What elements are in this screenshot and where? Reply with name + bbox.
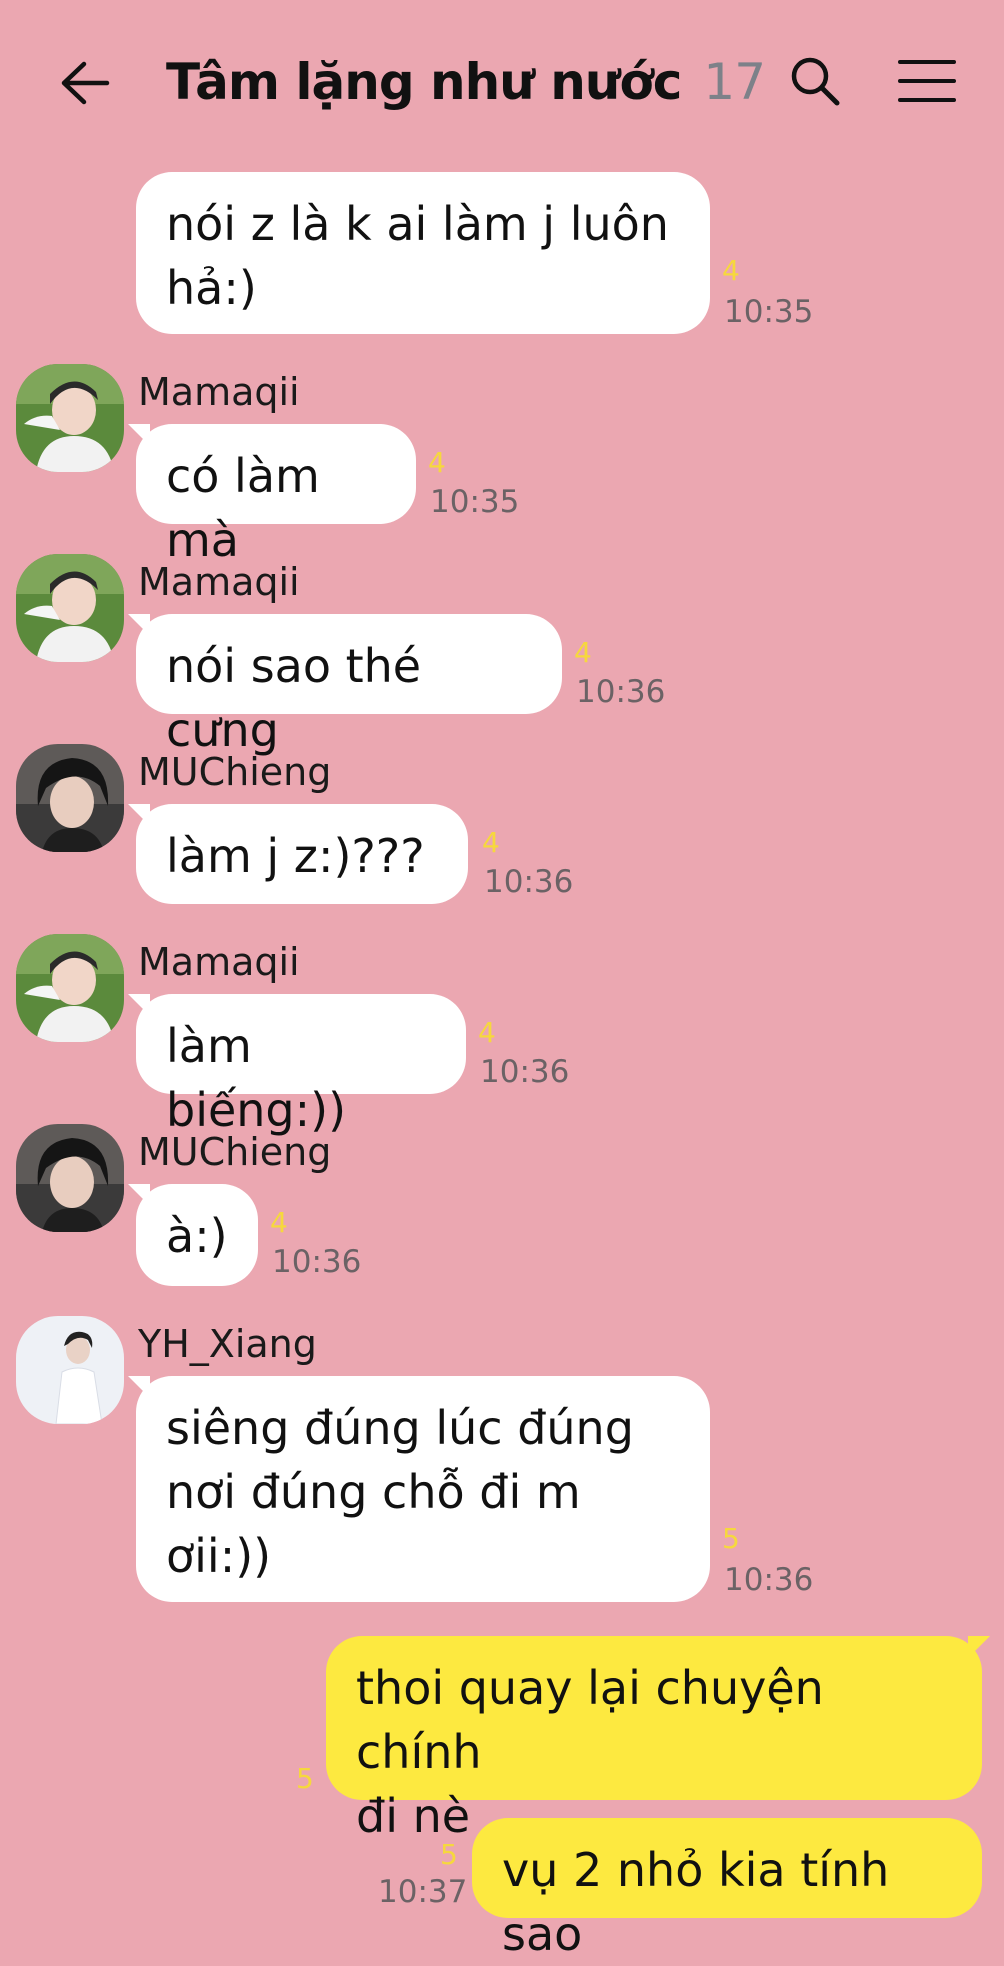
- message-time: 10:35: [430, 484, 520, 520]
- avatar[interactable]: [16, 744, 124, 852]
- avatar[interactable]: [16, 934, 124, 1042]
- message-time: 10:36: [484, 864, 574, 900]
- member-count: 17: [703, 53, 766, 111]
- message-time: 10:36: [272, 1244, 362, 1280]
- message-bubble[interactable]: nói z là k ai làm j luôn hả:): [136, 172, 710, 334]
- unread-count: 5: [296, 1762, 314, 1795]
- unread-count: 4: [722, 254, 740, 287]
- unread-count: 4: [270, 1206, 288, 1239]
- unread-count: 4: [428, 446, 446, 479]
- sender-name: Mamaqii: [138, 370, 300, 414]
- sender-name: MUChieng: [138, 1130, 332, 1174]
- message-time: 10:36: [480, 1054, 570, 1090]
- avatar[interactable]: [16, 1316, 124, 1424]
- message-bubble[interactable]: làm biếng:)): [128, 994, 466, 1137]
- message-bubble[interactable]: nói sao thé cưng: [128, 614, 562, 757]
- message-bubble[interactable]: siêng đúng lúc đúng nơi đúng chỗ đi m ơi…: [128, 1376, 710, 1602]
- message-bubble[interactable]: làm j z:)???: [128, 804, 468, 904]
- avatar[interactable]: [16, 554, 124, 662]
- message-bubble[interactable]: thoi quay lại chuyện chính đi nè: [326, 1636, 990, 1843]
- message-bubble[interactable]: có làm mà: [128, 424, 416, 567]
- avatar[interactable]: [16, 364, 124, 472]
- message-time: 10:35: [724, 294, 814, 330]
- chat-header: Tâm lặng như nước 17: [0, 0, 1004, 160]
- message-time: 10:37: [378, 1874, 468, 1910]
- chat-title-text: Tâm lặng như nước: [166, 53, 682, 111]
- message-time: 10:36: [576, 674, 666, 710]
- search-icon: [791, 57, 840, 106]
- menu-button[interactable]: [892, 46, 962, 116]
- back-button[interactable]: [50, 48, 120, 118]
- message-bubble[interactable]: vụ 2 nhỏ kia tính sao: [472, 1818, 982, 1961]
- sender-name: YH_Xiang: [138, 1322, 317, 1366]
- search-button[interactable]: [780, 46, 850, 116]
- message-bubble[interactable]: à:): [128, 1184, 258, 1286]
- sender-name: Mamaqii: [138, 940, 300, 984]
- message-time: 10:36: [724, 1562, 814, 1598]
- avatar[interactable]: [16, 1124, 124, 1232]
- chat-title: Tâm lặng như nước 17: [166, 44, 766, 120]
- unread-count: 5: [440, 1838, 458, 1871]
- unread-count: 4: [482, 826, 500, 859]
- sender-name: Mamaqii: [138, 560, 300, 604]
- unread-count: 4: [574, 636, 592, 669]
- arrow-left-icon: [61, 61, 110, 105]
- unread-count: 4: [478, 1016, 496, 1049]
- unread-count: 5: [722, 1522, 740, 1555]
- hamburger-menu-icon: [898, 60, 956, 102]
- sender-name: MUChieng: [138, 750, 332, 794]
